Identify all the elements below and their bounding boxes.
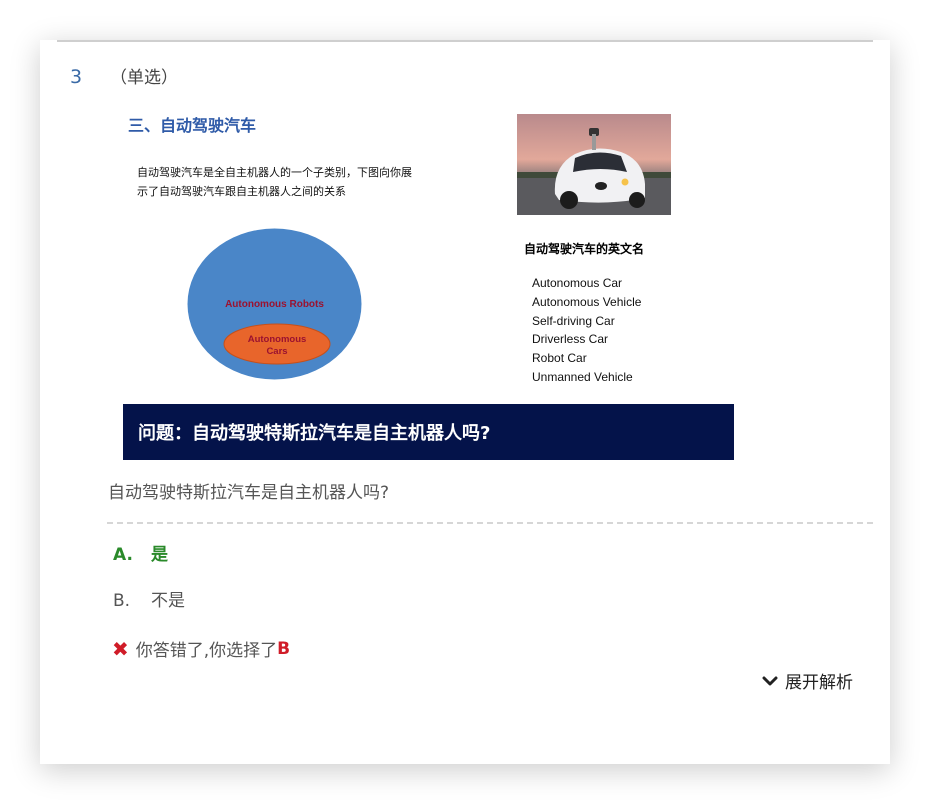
chosen-answer: B — [277, 638, 291, 659]
question-text: 自动驾驶特斯拉汽车是自主机器人吗? — [108, 483, 390, 503]
option-a[interactable]: A. 是 — [113, 540, 168, 565]
chevron-down-icon — [762, 676, 778, 685]
list-item: Autonomous Car — [532, 276, 623, 290]
option-text: 是 — [151, 545, 168, 565]
list-item: Unmanned Vehicle — [532, 369, 633, 384]
venn-inner-label-line1: Autonomous — [248, 334, 307, 345]
question-number: 3 — [70, 66, 83, 88]
list-item: Self-driving Car — [532, 313, 615, 328]
slide-question-banner: 问题：自动驾驶特斯拉汽车是自主机器人吗? — [123, 404, 734, 460]
expand-analysis-label: 展开解析 — [785, 673, 853, 693]
slide-title: 三、自动驾驶汽车 — [128, 116, 257, 135]
english-names-title: 自动驾驶汽车的英文名 — [524, 242, 645, 256]
dashed-divider — [107, 522, 873, 524]
option-letter: B. — [113, 591, 131, 611]
option-letter: A. — [113, 545, 133, 565]
x-icon: ✖ — [112, 636, 129, 661]
venn-diagram: Autonomous Robots Autonomous Cars — [187, 228, 362, 380]
option-b[interactable]: B. 不是 — [113, 586, 185, 611]
list-item: Autonomous Vehicle — [532, 294, 642, 309]
top-divider — [57, 40, 873, 42]
slide-description: 自动驾驶汽车是全自主机器人的一个子类别，下图向你展示了自动驾驶汽车跟自主机器人之… — [137, 166, 412, 198]
expand-analysis-button[interactable]: 展开解析 — [762, 668, 853, 693]
self-driving-car-photo — [517, 114, 671, 215]
list-item: Driverless Car — [532, 332, 609, 347]
venn-inner-label-line2: Cars — [266, 346, 287, 357]
result-text: 你答错了,你选择了 — [135, 641, 278, 661]
answer-result: ✖ 你答错了,你选择了 B — [112, 636, 291, 662]
english-names-list: Autonomous Car Autonomous Vehicle Self-d… — [532, 274, 641, 387]
question-type: （单选） — [110, 68, 178, 88]
question-card: 3 （单选） 三、自动驾驶汽车 自动驾驶汽车是全自主机器人的一个子类别，下图向你… — [40, 40, 890, 764]
venn-outer-label: Autonomous Robots — [225, 299, 324, 310]
option-text: 不是 — [151, 591, 185, 611]
list-item: Robot Car — [532, 351, 587, 366]
